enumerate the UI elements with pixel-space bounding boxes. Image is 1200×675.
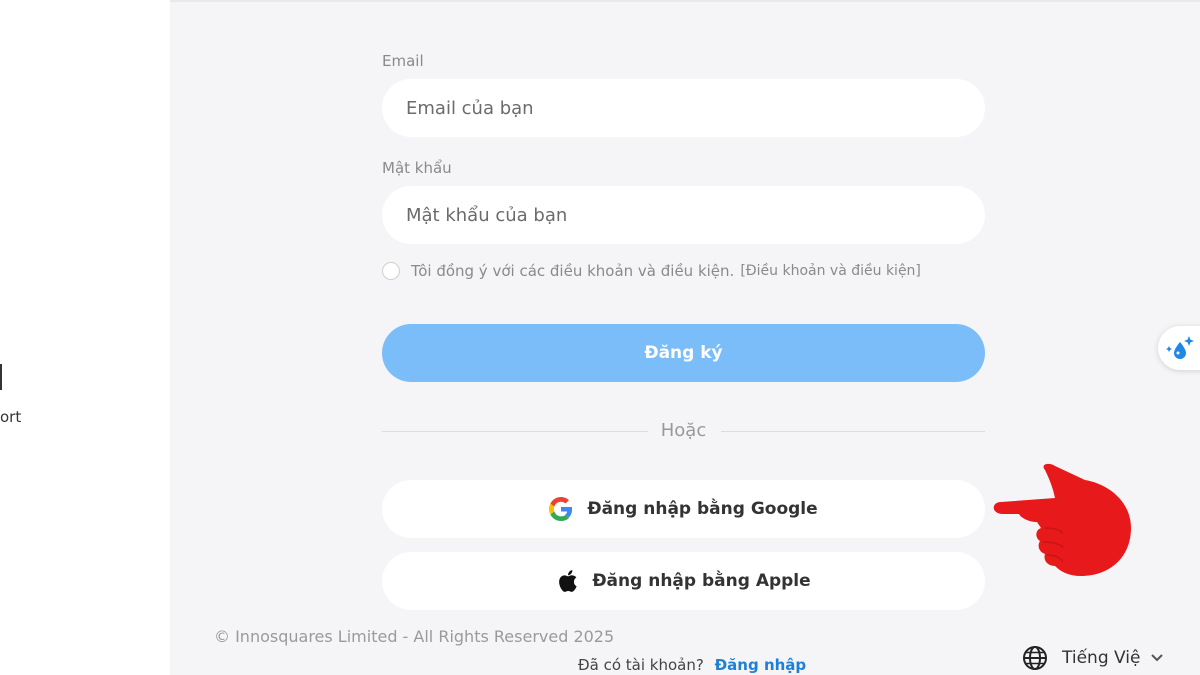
apple-icon (559, 570, 577, 592)
have-account-text: Đã có tài khoản? (578, 656, 704, 674)
google-icon (549, 497, 573, 521)
left-panel: ort (0, 0, 170, 675)
assistant-widget[interactable] (1158, 326, 1200, 370)
signup-button[interactable]: Đăng ký (382, 324, 985, 382)
left-panel-text: ort (0, 408, 22, 426)
top-divider (170, 0, 1200, 2)
divider-line-right (721, 431, 985, 432)
copyright-text: © Innosquares Limited - All Rights Reser… (214, 627, 615, 646)
email-input[interactable] (382, 79, 985, 137)
left-panel-marker (0, 364, 2, 390)
terms-row: Tôi đồng ý với các điều khoản và điều ki… (382, 262, 921, 280)
login-link[interactable]: Đăng nhập (715, 656, 807, 674)
terms-link[interactable]: [Điều khoản và điều kiện] (740, 263, 921, 279)
chevron-down-icon (1151, 654, 1164, 662)
email-label: Email (382, 52, 424, 70)
language-label: Tiếng Việ (1062, 648, 1141, 668)
apple-login-label: Đăng nhập bằng Apple (592, 571, 811, 591)
terms-text: Tôi đồng ý với các điều khoản và điều ki… (411, 262, 735, 280)
sparkle-drop-icon (1166, 336, 1194, 359)
login-prompt: Đã có tài khoản? Đăng nhập (578, 656, 806, 674)
password-input[interactable] (382, 186, 985, 244)
terms-checkbox[interactable] (382, 262, 400, 280)
google-login-label: Đăng nhập bằng Google (587, 499, 818, 519)
apple-login-button[interactable]: Đăng nhập bằng Apple (382, 552, 985, 610)
google-login-button[interactable]: Đăng nhập bằng Google (382, 480, 985, 538)
language-selector[interactable]: Tiếng Việ (1022, 645, 1164, 671)
password-label: Mật khẩu (382, 159, 452, 177)
globe-icon (1023, 646, 1047, 670)
or-divider: Hoặc (382, 420, 985, 444)
pointing-hand-icon (993, 463, 1131, 576)
